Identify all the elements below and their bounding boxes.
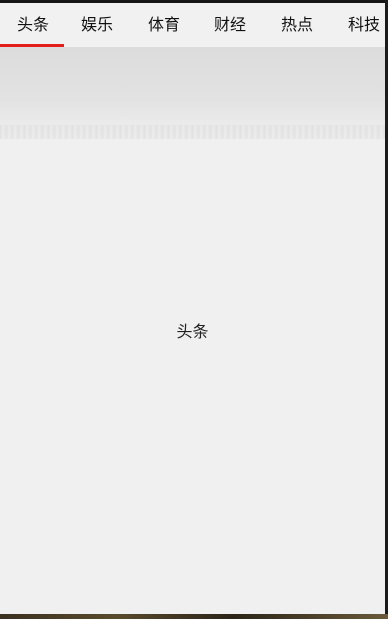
tab-entertainment[interactable]: 娱乐 [64,3,130,47]
app-screen: 头条 娱乐 体育 财经 热点 科技 头条 [0,0,385,614]
tab-sports[interactable]: 体育 [131,3,197,47]
tab-headlines[interactable]: 头条 [0,3,66,47]
category-tab-bar[interactable]: 头条 娱乐 体育 财经 热点 科技 [0,3,385,47]
window-edge-bottom [0,614,388,619]
tab-tech[interactable]: 科技 [331,3,385,47]
pull-refresh-area [0,47,385,142]
page-content-label: 头条 [176,322,209,341]
tab-hot[interactable]: 热点 [264,3,330,47]
tab-finance[interactable]: 财经 [197,3,263,47]
